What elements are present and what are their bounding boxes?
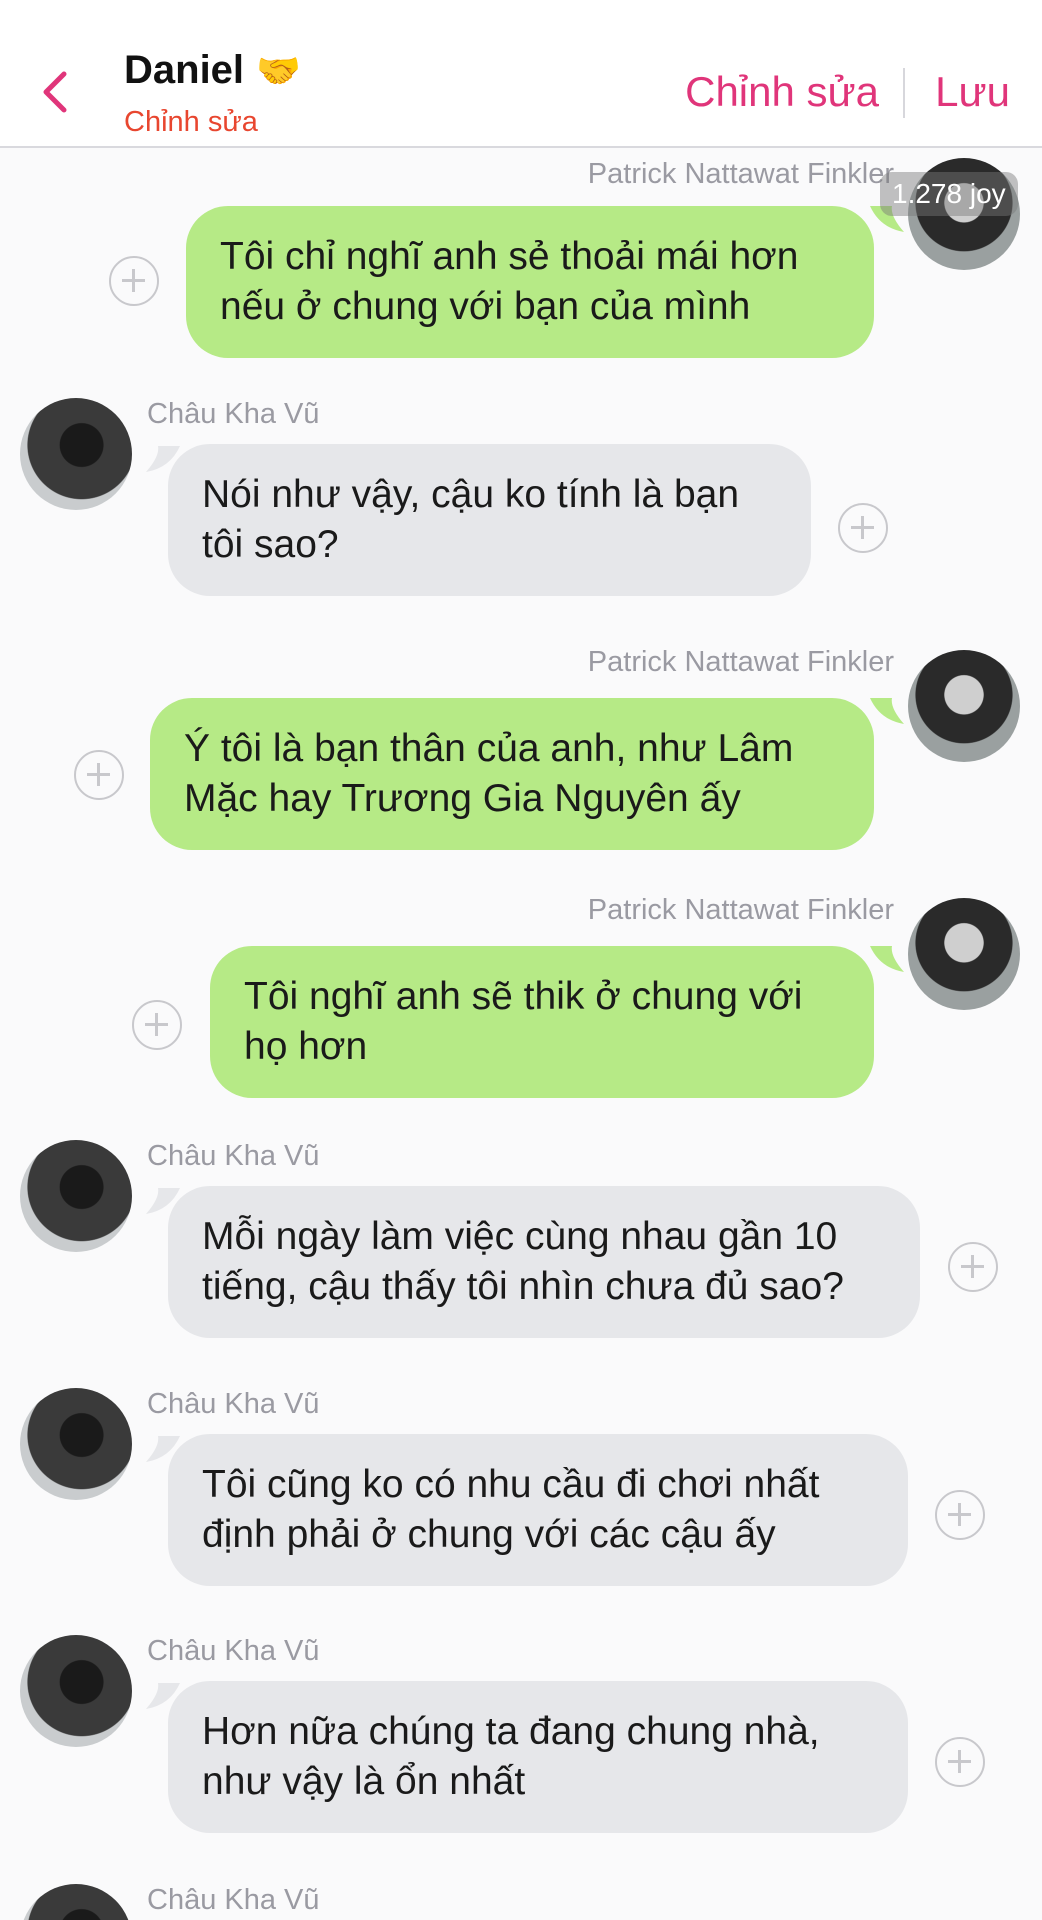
handshake-emoji: 🤝 <box>256 49 301 91</box>
sender-name: Patrick Nattawat Finkler <box>587 894 894 926</box>
message-text: Mỗi ngày làm việc cùng nhau gần 10 tiếng… <box>202 1215 844 1308</box>
message-bubble[interactable]: Ý tôi là bạn thân của anh, như Lâm Mặc h… <box>150 698 874 850</box>
message-bubble[interactable]: Hơn nữa chúng ta đang chung nhà, như vậy… <box>168 1681 908 1833</box>
avatar[interactable] <box>20 1140 132 1252</box>
header-divider <box>903 68 905 118</box>
message-row: Patrick Nattawat Finkler Tôi nghĩ anh sẽ… <box>0 888 1042 1098</box>
message-bubble[interactable]: Nói như vậy, cậu ko tính là bạn tôi sao? <box>168 444 811 596</box>
message-row: Châu Kha Vũ Hơn nữa chúng ta đang chung … <box>0 1635 1042 1845</box>
edit-subtitle[interactable]: Chỉnh sửa <box>124 106 258 139</box>
message-text: Nói như vậy, cậu ko tính là bạn tôi sao? <box>202 473 740 566</box>
joy-badge: 1.278 joy <box>880 172 1018 216</box>
sender-name: Châu Kha Vũ <box>147 1884 320 1916</box>
add-reaction-button[interactable] <box>935 1737 985 1787</box>
avatar[interactable] <box>908 898 1020 1010</box>
add-reaction-button[interactable] <box>948 1242 998 1292</box>
bubble-tail <box>870 946 904 972</box>
message-text: Tôi chỉ nghĩ anh sẻ thoải mái hơn nếu ở … <box>220 235 799 328</box>
add-reaction-button[interactable] <box>109 256 159 306</box>
message-row: Châu Kha Vũ <box>0 1880 1042 1920</box>
add-reaction-button[interactable] <box>132 1000 182 1050</box>
edit-button[interactable]: Chỉnh sửa <box>685 68 879 116</box>
message-row: Patrick Nattawat Finkler Ý tôi là bạn th… <box>0 640 1042 850</box>
chevron-left-icon <box>43 71 67 113</box>
save-button[interactable]: Lưu <box>935 68 1010 116</box>
avatar[interactable] <box>20 398 132 510</box>
sender-name: Châu Kha Vũ <box>147 1388 320 1420</box>
message-text: Hơn nữa chúng ta đang chung nhà, như vậy… <box>202 1710 820 1803</box>
contact-name: Daniel <box>124 48 245 92</box>
message-bubble[interactable]: Tôi nghĩ anh sẽ thik ở chung với họ hơn <box>210 946 874 1098</box>
message-row: Châu Kha Vũ Mỗi ngày làm việc cùng nhau … <box>0 1140 1042 1350</box>
message-text: Tôi cũng ko có nhu cầu đi chơi nhất định… <box>202 1463 820 1556</box>
chat-header: Daniel 🤝 Chỉnh sửa Chỉnh sửa Lưu <box>0 0 1042 148</box>
sender-name: Châu Kha Vũ <box>147 398 320 430</box>
message-feed[interactable]: Patrick Nattawat Finkler Tôi chỉ nghĩ an… <box>0 148 1042 1920</box>
back-button[interactable] <box>40 70 70 114</box>
avatar[interactable] <box>20 1388 132 1500</box>
sender-name: Patrick Nattawat Finkler <box>587 646 894 678</box>
sender-name: Châu Kha Vũ <box>147 1140 320 1172</box>
message-bubble[interactable]: Mỗi ngày làm việc cùng nhau gần 10 tiếng… <box>168 1186 920 1338</box>
chat-title: Daniel 🤝 <box>124 48 301 93</box>
sender-name: Patrick Nattawat Finkler <box>587 158 894 190</box>
message-text: Ý tôi là bạn thân của anh, như Lâm Mặc h… <box>184 727 794 820</box>
avatar[interactable] <box>908 650 1020 762</box>
add-reaction-button[interactable] <box>838 503 888 553</box>
add-reaction-button[interactable] <box>935 1490 985 1540</box>
avatar[interactable] <box>20 1884 132 1920</box>
message-bubble[interactable]: Tôi chỉ nghĩ anh sẻ thoải mái hơn nếu ở … <box>186 206 874 358</box>
message-row: Châu Kha Vũ Tôi cũng ko có nhu cầu đi ch… <box>0 1388 1042 1598</box>
message-bubble[interactable]: Tôi cũng ko có nhu cầu đi chơi nhất định… <box>168 1434 908 1586</box>
avatar[interactable] <box>20 1635 132 1747</box>
bubble-tail <box>870 698 904 724</box>
add-reaction-button[interactable] <box>74 750 124 800</box>
sender-name: Châu Kha Vũ <box>147 1635 320 1667</box>
message-text: Tôi nghĩ anh sẽ thik ở chung với họ hơn <box>244 975 803 1068</box>
message-row: Châu Kha Vũ Nói như vậy, cậu ko tính là … <box>0 398 1042 608</box>
